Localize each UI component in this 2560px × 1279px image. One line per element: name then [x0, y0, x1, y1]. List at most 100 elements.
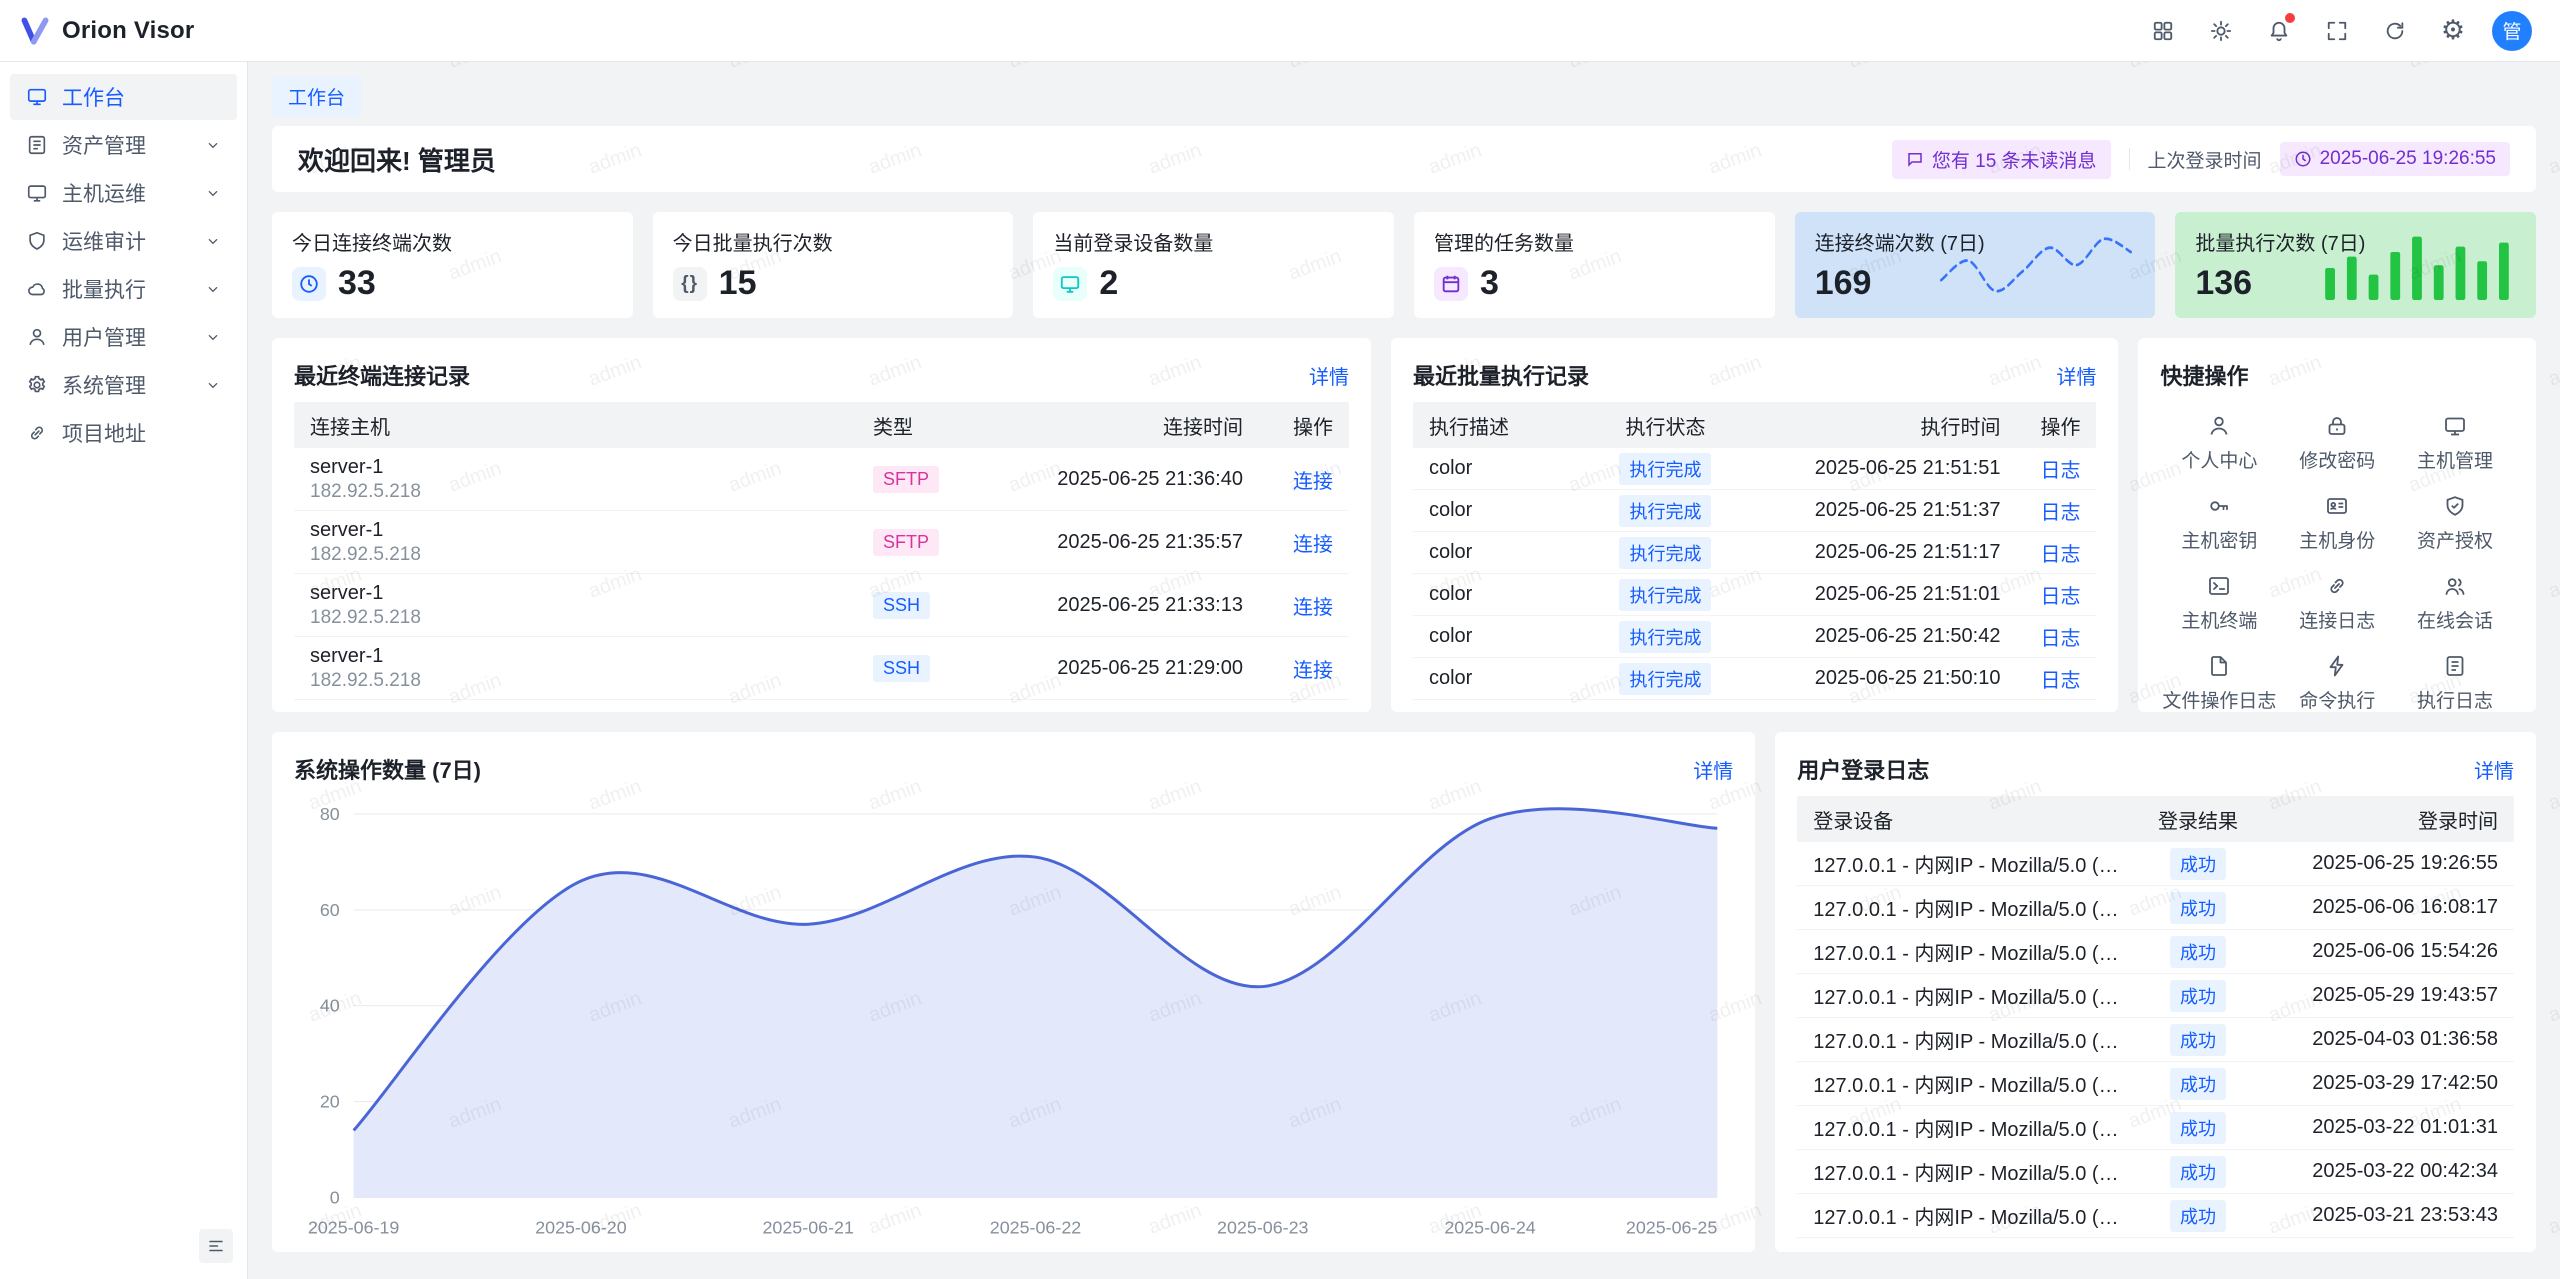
exec-time: 2025-06-25 21:50:10 — [1750, 667, 2000, 690]
log-link[interactable]: 日志 — [2040, 460, 2080, 482]
user-icon — [26, 326, 48, 348]
connect-link[interactable]: 连接 — [1293, 534, 1333, 556]
apps-grid-icon[interactable] — [2144, 12, 2182, 50]
lightning-icon — [2325, 654, 2349, 678]
sidebar-item-system[interactable]: 系统管理 — [10, 362, 237, 408]
sidebar-item-host-ops[interactable]: 主机运维 — [10, 170, 237, 216]
log-link[interactable]: 日志 — [2040, 502, 2080, 524]
stat-value: 136 — [2195, 264, 2252, 303]
sidebar-item-workbench[interactable]: 工作台 — [10, 74, 237, 120]
chevron-down-icon — [205, 281, 221, 297]
sidebar-item-audit[interactable]: 运维审计 — [10, 218, 237, 264]
host-ip: 182.92.5.218 — [310, 670, 873, 692]
ops-more-link[interactable]: 详情 — [1693, 755, 1733, 784]
log-link[interactable]: 日志 — [2040, 628, 2080, 650]
fullscreen-icon[interactable] — [2318, 12, 2356, 50]
login-time: 2025-03-22 00:42:34 — [2263, 1160, 2498, 1183]
cloud-icon — [26, 278, 48, 300]
bell-icon[interactable] — [2260, 12, 2298, 50]
table-row: color 执行完成 2025-06-25 21:51:51 日志 — [1413, 448, 2097, 490]
quick-action-connect-log[interactable]: 连接日志 — [2278, 566, 2396, 640]
login-device: 127.0.0.1 - 内网IP - Mozilla/5.0 (Windows … — [1813, 1157, 2133, 1186]
connect-link[interactable]: 连接 — [1293, 660, 1333, 682]
monitor-icon — [26, 182, 48, 204]
main-content: 工作台 欢迎回来! 管理员 您有 15 条未读消息 上次登录时间 2025-06… — [248, 62, 2560, 1279]
panel-title: 系统操作数量 (7日) — [294, 753, 481, 785]
sun-icon[interactable] — [2202, 12, 2240, 50]
connect-link[interactable]: 连接 — [1293, 471, 1333, 493]
quick-action-profile[interactable]: 个人中心 — [2160, 406, 2278, 480]
quick-action-host-manage[interactable]: 主机管理 — [2396, 406, 2514, 480]
exec-description: color — [1429, 457, 1581, 480]
gear-icon[interactable]: ⚙ — [2434, 12, 2472, 50]
last-login-time-badge: 2025-06-25 19:26:55 — [2280, 142, 2510, 176]
sidebar-item-users[interactable]: 用户管理 — [10, 314, 237, 360]
table-row: 127.0.0.1 - 内网IP - Mozilla/5.0 (Windows … — [1797, 1062, 2514, 1106]
link-icon — [2325, 574, 2349, 598]
protocol-badge: SSH — [873, 592, 930, 619]
sidebar-collapse-icon[interactable] — [199, 1229, 233, 1263]
stat-value: 15 — [719, 264, 757, 303]
quick-action-change-password[interactable]: 修改密码 — [2278, 406, 2396, 480]
exec-status-badge: 执行完成 — [1619, 579, 1711, 611]
log-link[interactable]: 日志 — [2040, 544, 2080, 566]
user-avatar[interactable]: 管 — [2492, 11, 2532, 51]
code-braces-icon: {} — [673, 267, 707, 301]
table-row: color 执行完成 2025-06-25 21:50:10 日志 — [1413, 658, 2097, 700]
connect-time: 2025-06-25 21:35:57 — [993, 531, 1243, 554]
sidebar-item-assets[interactable]: 资产管理 — [10, 122, 237, 168]
breadcrumb-item-workbench[interactable]: 工作台 — [272, 77, 361, 116]
svg-text:2025-06-19: 2025-06-19 — [308, 1217, 399, 1237]
ops-chart-panel: 系统操作数量 (7日) 详情 0204060802025-06-192025-0… — [272, 732, 1755, 1252]
svg-text:80: 80 — [320, 804, 340, 824]
connect-link[interactable]: 连接 — [1293, 597, 1333, 619]
clock-icon — [292, 267, 326, 301]
login-device: 127.0.0.1 - 内网IP - Mozilla/5.0 (Windows … — [1813, 981, 2133, 1010]
login-result-badge: 成功 — [2170, 848, 2226, 880]
chevron-down-icon — [205, 185, 221, 201]
table-header: 连接主机 类型 连接时间 操作 — [294, 402, 1349, 448]
terminal-more-link[interactable]: 详情 — [1309, 361, 1349, 390]
page-title: 欢迎回来! 管理员 — [298, 141, 496, 178]
message-icon — [1906, 150, 1924, 168]
svg-text:2025-06-23: 2025-06-23 — [1217, 1217, 1308, 1237]
quick-action-online-session[interactable]: 在线会话 — [2396, 566, 2514, 640]
gear-icon — [26, 374, 48, 396]
unread-messages-badge[interactable]: 您有 15 条未读消息 — [1892, 140, 2111, 179]
quick-action-file-op-log[interactable]: 文件操作日志 — [2160, 646, 2278, 712]
notification-dot — [2285, 13, 2295, 23]
login-more-link[interactable]: 详情 — [2474, 755, 2514, 784]
sidebar: 工作台 资产管理 主机运维 运维审计 批量执行 — [0, 62, 248, 1279]
quick-action-asset-grant[interactable]: 资产授权 — [2396, 486, 2514, 560]
quick-action-host-terminal[interactable]: 主机终端 — [2160, 566, 2278, 640]
quick-action-command-exec[interactable]: 命令执行 — [2278, 646, 2396, 712]
host-ip: 182.92.5.218 — [310, 544, 873, 566]
quick-action-host-key[interactable]: 主机密钥 — [2160, 486, 2278, 560]
exec-description: color — [1429, 499, 1581, 522]
lock-icon — [2325, 414, 2349, 438]
quick-action-exec-log[interactable]: 执行日志 — [2396, 646, 2514, 712]
terminal-icon — [2207, 574, 2231, 598]
batch-more-link[interactable]: 详情 — [2056, 361, 2096, 390]
svg-text:2025-06-25: 2025-06-25 — [1626, 1217, 1717, 1237]
shield-icon — [26, 230, 48, 252]
chevron-down-icon — [205, 329, 221, 345]
quick-actions-panel: 快捷操作 个人中心 修改密码 主机管理 — [2138, 338, 2536, 712]
chevron-down-icon — [205, 377, 221, 393]
exec-time: 2025-06-25 21:51:01 — [1750, 583, 2000, 606]
login-device: 127.0.0.1 - 内网IP - Mozilla/5.0 (Windows … — [1813, 937, 2133, 966]
exec-time: 2025-06-25 21:51:51 — [1750, 457, 2000, 480]
host-name: server-1 — [310, 645, 873, 668]
table-row: 127.0.0.1 - 内网IP - Mozilla/5.0 (Windows … — [1797, 1150, 2514, 1194]
sidebar-item-batch-exec[interactable]: 批量执行 — [10, 266, 237, 312]
login-time: 2025-06-25 19:26:55 — [2263, 852, 2498, 875]
log-link[interactable]: 日志 — [2040, 586, 2080, 608]
table-row: 127.0.0.1 - 内网IP - Mozilla/5.0 (Windows … — [1797, 930, 2514, 974]
log-link[interactable]: 日志 — [2040, 670, 2080, 692]
exec-time: 2025-06-25 21:50:42 — [1750, 625, 2000, 648]
login-time: 2025-06-06 15:54:26 — [2263, 940, 2498, 963]
sidebar-item-project-url[interactable]: 项目地址 — [10, 410, 237, 456]
refresh-icon[interactable] — [2376, 12, 2414, 50]
quick-action-host-identity[interactable]: 主机身份 — [2278, 486, 2396, 560]
user-icon — [2207, 414, 2231, 438]
